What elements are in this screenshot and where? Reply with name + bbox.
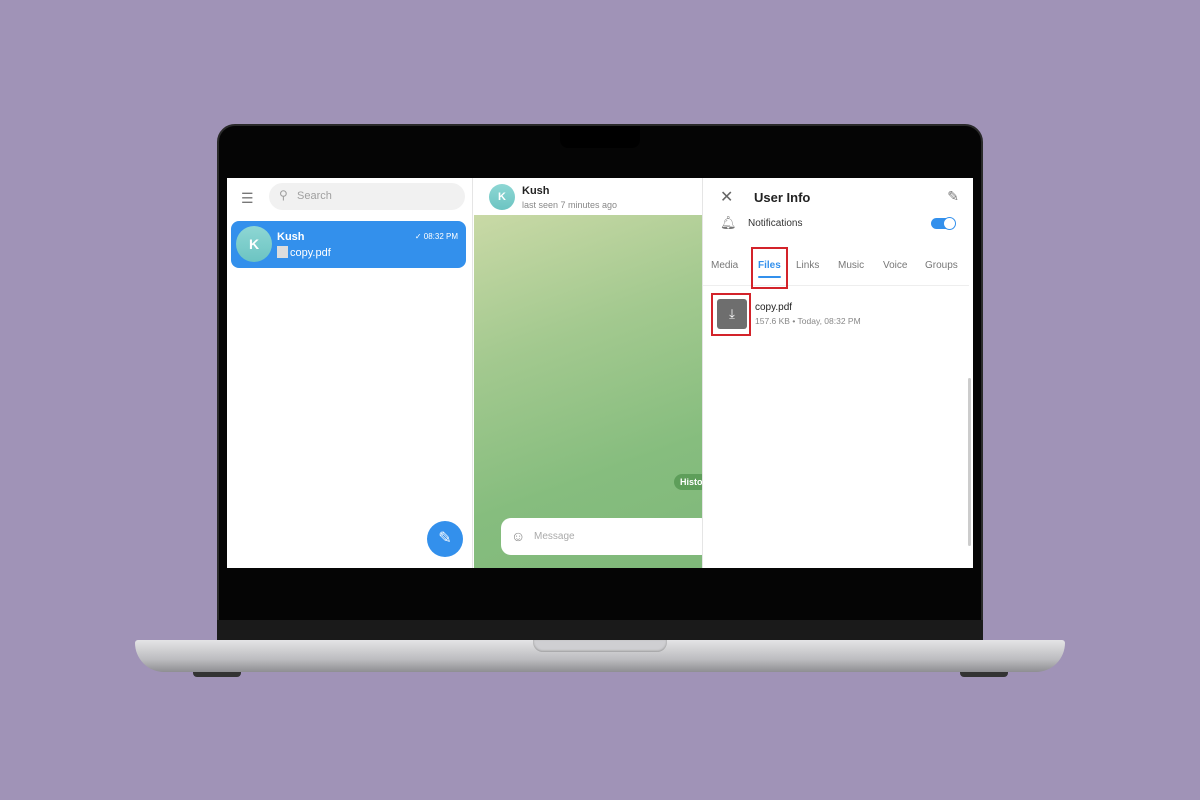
tab-music[interactable]: Music — [838, 260, 864, 271]
chat-background: Histo — [474, 215, 709, 568]
notifications-toggle[interactable] — [931, 217, 956, 230]
new-message-button[interactable]: ✎ — [427, 521, 463, 557]
laptop-chin — [217, 620, 983, 642]
close-icon[interactable]: ✕ — [720, 187, 733, 207]
tab-media[interactable]: Media — [711, 260, 738, 271]
camera-notch — [560, 126, 640, 148]
telegram-window: ☰ ⚲ Search K Kush ✓ 08:32 PM copy.pdf ✎ … — [227, 178, 973, 568]
tab-voice[interactable]: Voice — [883, 260, 907, 271]
edit-icon[interactable]: ✎ — [947, 188, 959, 205]
laptop-foot — [193, 672, 241, 677]
menu-icon[interactable]: ☰ — [241, 190, 255, 207]
panel-title: User Info — [754, 190, 811, 205]
message-input[interactable]: ☺ Message — [501, 518, 711, 555]
scrollbar[interactable] — [968, 378, 971, 546]
search-placeholder: Search — [297, 190, 332, 202]
file-meta: 157.6 KB • Today, 08:32 PM — [755, 316, 861, 326]
bell-icon: 🔔︎ — [720, 215, 737, 230]
media-tabs: Media Files Links Music Voice Groups — [703, 256, 969, 286]
file-name[interactable]: copy.pdf — [755, 302, 792, 313]
chat-name: Kush — [277, 231, 305, 243]
chat-last-message: copy.pdf — [277, 246, 331, 259]
chat-title: Kush — [522, 185, 550, 197]
search-input[interactable]: ⚲ Search — [269, 183, 465, 210]
chat-panel: K Kush last seen 7 minutes ago Histo ☺ M… — [474, 178, 711, 568]
file-thumb-icon — [277, 246, 288, 258]
message-placeholder: Message — [534, 531, 575, 542]
pencil-icon: ✎ — [438, 530, 452, 547]
user-info-panel: ✕ User Info ✎ 🔔︎ Notifications Media Fil… — [702, 178, 973, 568]
laptop-lip — [533, 640, 667, 652]
search-icon: ⚲ — [279, 188, 288, 202]
avatar: K — [489, 184, 515, 210]
highlight-box-file — [711, 293, 751, 336]
chat-header[interactable]: K Kush last seen 7 minutes ago — [474, 178, 702, 215]
avatar: K — [236, 226, 272, 262]
notifications-label: Notifications — [748, 218, 803, 229]
laptop-foot — [960, 672, 1008, 677]
tab-groups[interactable]: Groups — [925, 260, 958, 271]
chat-time: ✓ 08:32 PM — [414, 232, 458, 241]
highlight-box-files-tab — [751, 247, 788, 289]
chat-status: last seen 7 minutes ago — [522, 200, 618, 210]
chat-item-kush[interactable]: K Kush ✓ 08:32 PM copy.pdf — [231, 221, 466, 268]
last-message-text: copy.pdf — [290, 247, 331, 259]
emoji-icon[interactable]: ☺ — [511, 528, 525, 544]
chat-list-panel: ☰ ⚲ Search K Kush ✓ 08:32 PM copy.pdf ✎ — [227, 178, 473, 568]
tab-links[interactable]: Links — [796, 260, 819, 271]
